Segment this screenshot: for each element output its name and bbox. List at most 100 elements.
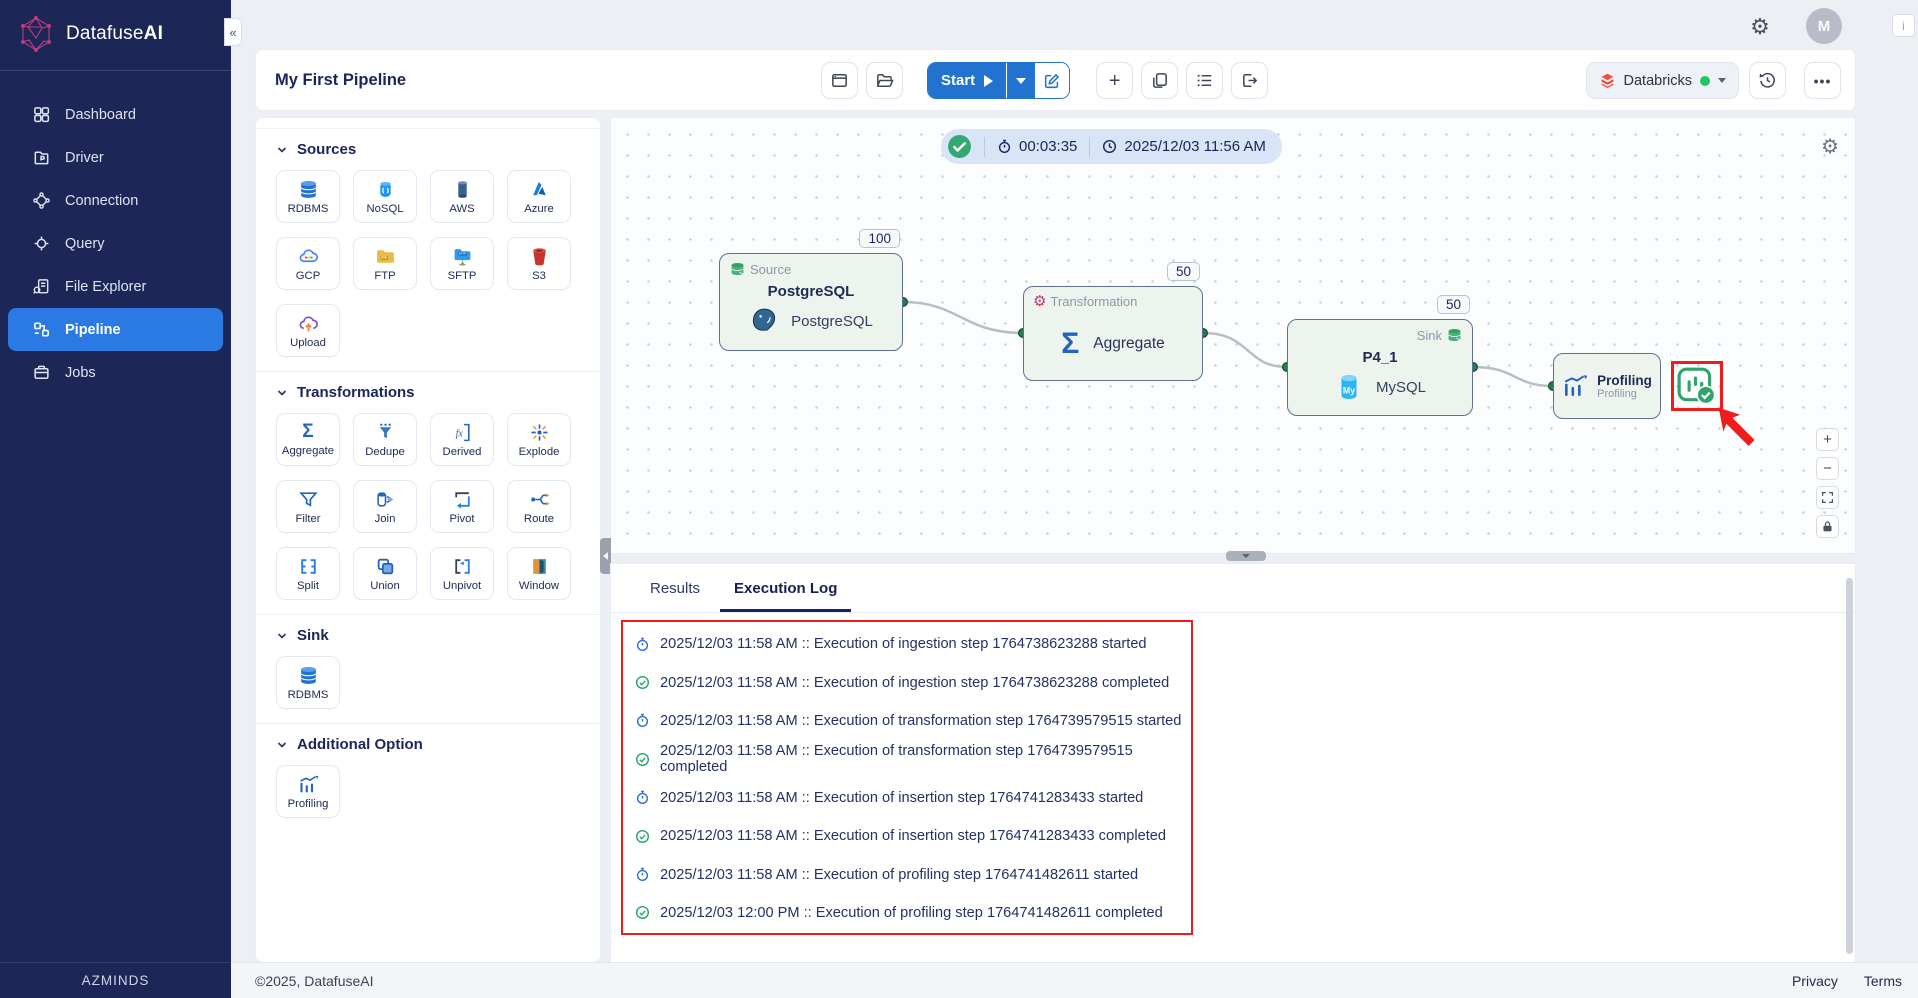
tab-execution-log[interactable]: Execution Log	[720, 580, 851, 612]
transform-tile-join[interactable]: Join	[353, 480, 417, 533]
terms-link[interactable]: Terms	[1864, 973, 1902, 989]
start-button-label: Start	[941, 72, 975, 89]
open-folder-button[interactable]	[866, 62, 903, 99]
sidebar-item-jobs[interactable]: Jobs	[8, 351, 223, 394]
sidebar-item-file-explorer[interactable]: File Explorer	[8, 265, 223, 308]
run-duration-value: 00:03:35	[1019, 138, 1077, 155]
copy-icon	[1150, 71, 1169, 90]
svg-text:SFTP: SFTP	[458, 251, 465, 255]
chevron-down-icon	[1718, 78, 1726, 83]
sink-section-header[interactable]: Sink	[276, 627, 580, 644]
lock-icon	[1821, 520, 1834, 533]
transform-tile-dedupe[interactable]: Dedupe	[353, 413, 417, 466]
log-entry-text: 2025/12/03 12:00 PM :: Execution of prof…	[660, 905, 1163, 921]
pipeline-canvas[interactable]: 00:03:35 2025/12/03 11:56 AM ⚙ 100 Sourc	[610, 117, 1856, 554]
transform-tile-route[interactable]: Route	[507, 480, 571, 533]
play-icon	[984, 75, 993, 87]
lock-button[interactable]	[1816, 515, 1839, 538]
tab-results[interactable]: Results	[636, 580, 714, 612]
zoom-out-button[interactable]: −	[1816, 457, 1839, 480]
transform-tile-union[interactable]: Union	[353, 547, 417, 600]
history-button[interactable]	[1749, 62, 1786, 99]
sigma-icon: Σ	[302, 422, 313, 442]
fullscreen-icon	[1821, 491, 1834, 504]
tile-label: Derived	[443, 446, 482, 458]
chevron-left-icon	[603, 552, 608, 560]
edit-pipeline-button[interactable]	[1035, 63, 1069, 98]
transformations-section-header[interactable]: Transformations	[276, 384, 580, 401]
privacy-link[interactable]: Privacy	[1792, 973, 1838, 989]
node-sink-mysql[interactable]: 50 Sink P4_1 My MySQL	[1287, 319, 1473, 416]
log-entry: 2025/12/03 11:58 AM :: Execution of prof…	[623, 855, 1191, 893]
log-entry-text: 2025/12/03 11:58 AM :: Execution of inse…	[660, 828, 1166, 844]
transform-tile-split[interactable]: Split	[276, 547, 340, 600]
duplicate-button[interactable]	[1141, 62, 1178, 99]
sink-tile-rdbms[interactable]: RDBMS	[276, 656, 340, 709]
start-dropdown-caret[interactable]	[1007, 63, 1035, 98]
transform-tile-window[interactable]: Window	[507, 547, 571, 600]
sidebar-item-driver[interactable]: Driver	[8, 136, 223, 179]
sidebar-collapse-button[interactable]: «	[224, 18, 242, 46]
fit-view-button[interactable]	[1816, 486, 1839, 509]
brand-logo-row[interactable]: DatafuseAI	[0, 0, 231, 66]
sidebar-item-query[interactable]: Query	[8, 222, 223, 265]
tile-label: GCP	[296, 270, 320, 282]
source-tile-nosql[interactable]: NoSQL	[353, 170, 417, 223]
sftp-icon: SFTP	[452, 246, 473, 267]
transform-tile-filter[interactable]: Filter	[276, 480, 340, 533]
settings-gear-icon[interactable]: ⚙	[1746, 13, 1774, 41]
user-avatar[interactable]: M	[1806, 8, 1842, 44]
status-dot-icon	[1700, 76, 1710, 86]
more-options-button[interactable]: •••	[1804, 62, 1841, 99]
transform-tile-aggregate[interactable]: Σ Aggregate	[276, 413, 340, 466]
additional-option-header[interactable]: Additional Option	[276, 736, 580, 753]
list-view-button[interactable]	[1186, 62, 1223, 99]
panel-resize-handle[interactable]	[1226, 551, 1266, 561]
transform-tile-pivot[interactable]: Pivot	[430, 480, 494, 533]
panel-scrollbar[interactable]	[1846, 578, 1853, 954]
section-title: Additional Option	[297, 736, 423, 753]
sidebar: DatafuseAI Dashboard Driver Connection Q…	[0, 0, 231, 998]
pill-divider	[984, 137, 985, 157]
source-tile-aws[interactable]: AWS	[430, 170, 494, 223]
add-node-button[interactable]: +	[1096, 62, 1133, 99]
tile-label: Explode	[519, 446, 560, 458]
transform-tile-explode[interactable]: Explode	[507, 413, 571, 466]
additional-tile-profiling[interactable]: Profiling	[276, 765, 340, 818]
sources-section-header[interactable]: Sources	[276, 141, 580, 158]
tile-label: Profiling	[288, 798, 329, 810]
source-tile-s3[interactable]: S3	[507, 237, 571, 290]
ftp-icon: FTP	[375, 246, 396, 267]
start-button[interactable]: Start	[928, 63, 1006, 98]
node-transformation-aggregate[interactable]: 50 ⚙ Transformation Σ Aggregate	[1023, 286, 1203, 381]
sidebar-item-connection[interactable]: Connection	[8, 179, 223, 222]
source-tile-azure[interactable]: Azure	[507, 170, 571, 223]
transform-tile-derived[interactable]: fx Derived	[430, 413, 494, 466]
split-icon	[298, 556, 319, 577]
sidebar-item-label: Driver	[65, 150, 104, 166]
tile-label: Azure	[524, 203, 554, 215]
window-fn-icon	[529, 556, 550, 577]
profiling-complete-icon[interactable]	[1676, 366, 1718, 406]
export-button[interactable]	[1231, 62, 1268, 99]
transform-tile-unpivot[interactable]: Unpivot	[430, 547, 494, 600]
node-source-postgresql[interactable]: 100 Source PostgreSQL PostgreSQL	[719, 253, 903, 351]
chevron-down-icon	[276, 739, 288, 751]
node-profiling[interactable]: Profiling Profiling	[1553, 353, 1661, 419]
environment-select[interactable]: Databricks	[1586, 62, 1740, 99]
record-count-badge: 50	[1437, 295, 1470, 314]
source-tile-gcp[interactable]: GCP	[276, 237, 340, 290]
sidebar-item-dashboard[interactable]: Dashboard	[8, 93, 223, 136]
tile-label: Route	[524, 513, 554, 525]
zoom-in-button[interactable]: +	[1816, 428, 1839, 451]
open-window-button[interactable]	[821, 62, 858, 99]
source-tile-ftp[interactable]: FTP FTP	[353, 237, 417, 290]
source-tile-rdbms[interactable]: RDBMS	[276, 170, 340, 223]
filter-icon	[298, 489, 319, 510]
source-tile-sftp[interactable]: SFTP SFTP	[430, 237, 494, 290]
secondary-panel-toggle[interactable]: i	[1892, 14, 1915, 37]
sidebar-item-pipeline[interactable]: Pipeline	[8, 308, 223, 351]
canvas-settings-gear-icon[interactable]: ⚙	[1821, 134, 1839, 159]
fx-icon: fx	[452, 422, 473, 443]
source-tile-upload[interactable]: Upload	[276, 304, 340, 357]
